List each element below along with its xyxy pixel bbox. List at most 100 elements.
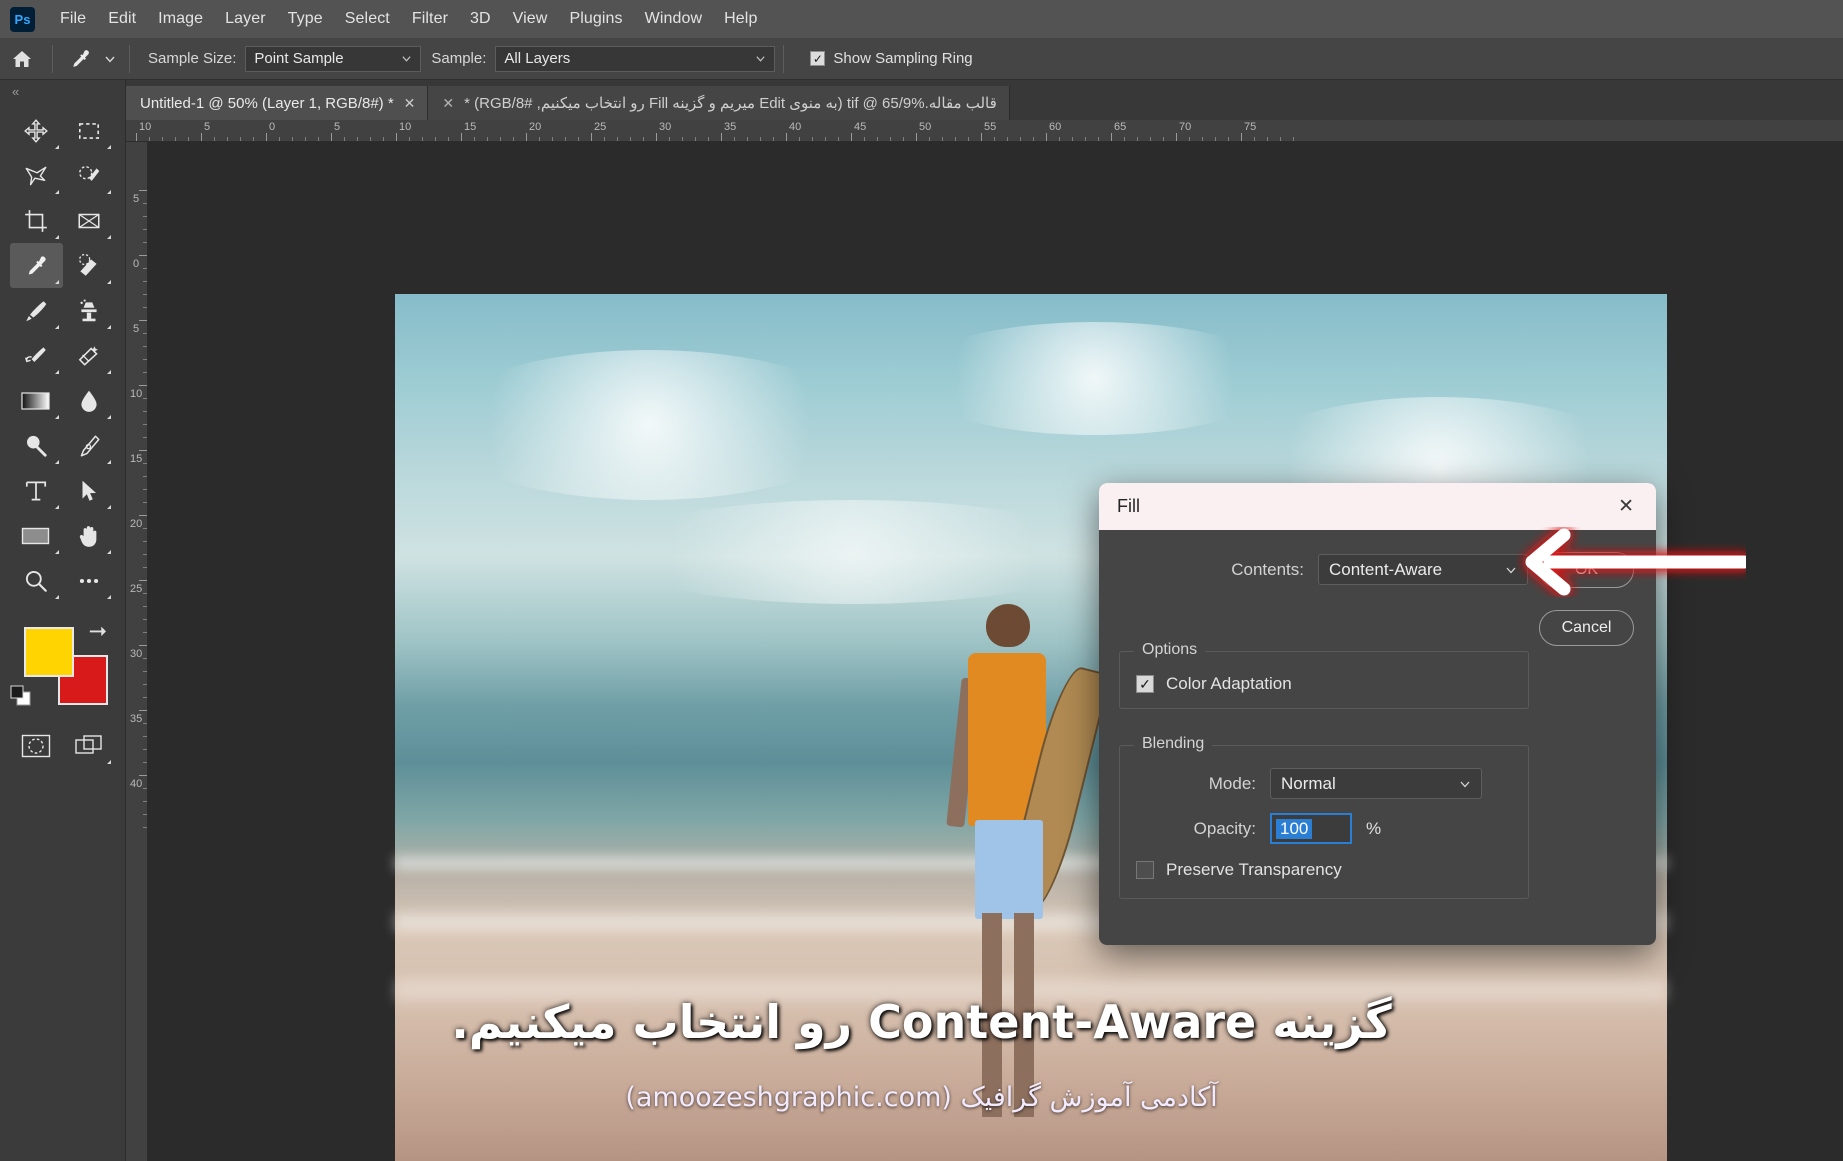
tool-eraser[interactable]: [63, 333, 116, 378]
crop-icon: [25, 209, 48, 232]
menu-item-help[interactable]: Help: [713, 6, 768, 32]
preserve-transparency-label: Preserve Transparency: [1166, 860, 1342, 879]
ruler-tick: [139, 450, 147, 451]
marquee-icon: [78, 122, 99, 139]
quick-selection-icon: [78, 165, 100, 181]
close-icon[interactable]: ✕: [442, 95, 454, 112]
ruler-tick: [139, 710, 147, 711]
menu-item-image[interactable]: Image: [147, 6, 214, 32]
foreground-color-swatch[interactable]: [24, 627, 74, 677]
show-sampling-ring-row[interactable]: ✓ Show Sampling Ring: [810, 50, 973, 67]
dialog-buttons: OK Cancel: [1539, 552, 1634, 646]
tool-dodge[interactable]: [10, 423, 63, 468]
document-tab-maghale[interactable]: قالب مقاله.tif @ 65/9% (به منوی Edit میر…: [428, 86, 1010, 120]
tool-path-selection[interactable]: [63, 468, 116, 513]
tool-type[interactable]: [10, 468, 63, 513]
menu-item-plugins[interactable]: Plugins: [558, 6, 633, 32]
show-sampling-ring-checkbox[interactable]: ✓: [810, 51, 826, 66]
tool-rectangular-marquee[interactable]: [63, 108, 116, 153]
default-colors-icon[interactable]: [10, 685, 32, 707]
ruler-tick: [139, 580, 147, 581]
tool-pen[interactable]: [63, 423, 116, 468]
toolbar-bottom-buttons: [0, 713, 125, 778]
opacity-input[interactable]: 100: [1270, 813, 1352, 844]
tools-panel-collapse-handle[interactable]: «: [0, 80, 125, 102]
menu-item-type[interactable]: Type: [277, 6, 334, 32]
preserve-transparency-checkbox[interactable]: [1136, 861, 1154, 879]
options-separator-3: [783, 44, 785, 73]
cancel-button[interactable]: Cancel: [1539, 610, 1634, 646]
ok-button[interactable]: OK: [1539, 552, 1634, 588]
horizontal-ruler[interactable]: 10 5 0 5 10 15 20 25 30 35 40 45 50 55 60 65 70 75: [126, 120, 1843, 142]
sample-size-select[interactable]: Point Sample: [245, 45, 422, 72]
tool-brush[interactable]: [10, 288, 63, 333]
tool-clone-stamp[interactable]: [63, 288, 116, 333]
opacity-unit: %: [1366, 818, 1382, 838]
contents-select[interactable]: Content-Aware: [1318, 554, 1528, 585]
sample-size-label: Sample Size:: [148, 50, 237, 67]
healing-brush-icon: [78, 253, 97, 276]
tool-zoom[interactable]: [10, 558, 63, 603]
menu-item-edit[interactable]: Edit: [97, 6, 147, 32]
tool-hand[interactable]: [63, 513, 116, 558]
swap-colors-icon[interactable]: [87, 623, 109, 643]
ruler-tick: [139, 255, 147, 256]
ruler-tick: [266, 133, 267, 141]
ruler-tick-label: 20: [130, 518, 143, 530]
menu-item-layer[interactable]: Layer: [214, 6, 277, 32]
ruler-tick: [1046, 133, 1047, 141]
color-adaptation-row[interactable]: ✓ Color Adaptation: [1136, 674, 1512, 694]
tool-move[interactable]: [10, 108, 63, 153]
close-icon[interactable]: ✕: [404, 95, 416, 112]
ruler-tick-label: 25: [594, 121, 607, 133]
ruler-tick-label: 50: [919, 121, 932, 133]
ruler-tick: [1241, 133, 1242, 141]
tab-label: Untitled-1 @ 50% (Layer 1, RGB/8#) *: [140, 94, 394, 112]
menu-item-3d[interactable]: 3D: [459, 6, 502, 32]
menu-bar: Ps File Edit Image Layer Type Select Fil…: [0, 0, 1843, 38]
blur-drop-icon: [81, 390, 97, 412]
screen-mode-button[interactable]: [63, 723, 116, 768]
tool-history-brush[interactable]: [10, 333, 63, 378]
tool-quick-selection[interactable]: [63, 153, 116, 198]
close-icon[interactable]: ✕: [1610, 491, 1642, 522]
ruler-tick-label: 0: [269, 121, 276, 133]
tool-lasso[interactable]: [10, 153, 63, 198]
menu-item-select[interactable]: Select: [334, 6, 401, 32]
menu-item-window[interactable]: Window: [634, 6, 714, 32]
quick-mask-button[interactable]: [10, 723, 63, 768]
document-tab-bar: Untitled-1 @ 50% (Layer 1, RGB/8#) * ✕ ق…: [126, 80, 1843, 120]
tool-crop[interactable]: [10, 198, 63, 243]
home-button[interactable]: [0, 38, 44, 80]
menu-item-file[interactable]: File: [49, 6, 97, 32]
tool-rectangle[interactable]: [10, 513, 63, 558]
tool-preset-caret[interactable]: [99, 40, 121, 78]
mode-row: Mode: Normal: [1136, 768, 1512, 799]
move-icon: [24, 118, 49, 143]
sample-select[interactable]: All Layers: [495, 45, 776, 72]
ruler-tick-label: 30: [130, 648, 143, 660]
color-adaptation-checkbox[interactable]: ✓: [1136, 675, 1154, 693]
preserve-transparency-row[interactable]: Preserve Transparency: [1136, 860, 1512, 880]
menu-item-filter[interactable]: Filter: [401, 6, 459, 32]
tool-blur[interactable]: [63, 378, 116, 423]
rectangle-icon: [22, 527, 50, 544]
document-tab-untitled-1[interactable]: Untitled-1 @ 50% (Layer 1, RGB/8#) * ✕: [126, 86, 429, 120]
tool-gradient[interactable]: [10, 378, 63, 423]
zoom-icon: [26, 570, 48, 592]
ruler-tick-label: 60: [1049, 121, 1062, 133]
fill-dialog[interactable]: Fill ✕ Contents: Content-Aware OK Cancel…: [1099, 483, 1656, 945]
color-swatches: [0, 617, 125, 713]
tool-frame[interactable]: [63, 198, 116, 243]
ruler-tick: [1111, 133, 1112, 141]
contents-value: Content-Aware: [1329, 559, 1443, 579]
sample-label: Sample:: [431, 50, 487, 67]
tool-spot-healing-brush[interactable]: [63, 243, 116, 288]
current-tool-thumbnail[interactable]: [61, 40, 99, 78]
path-arrow-icon: [82, 480, 96, 501]
tool-edit-toolbar[interactable]: [63, 558, 116, 603]
mode-select[interactable]: Normal: [1270, 768, 1482, 799]
tool-eyedropper[interactable]: [10, 243, 63, 288]
ruler-tick-label: 55: [984, 121, 997, 133]
menu-item-view[interactable]: View: [502, 6, 559, 32]
